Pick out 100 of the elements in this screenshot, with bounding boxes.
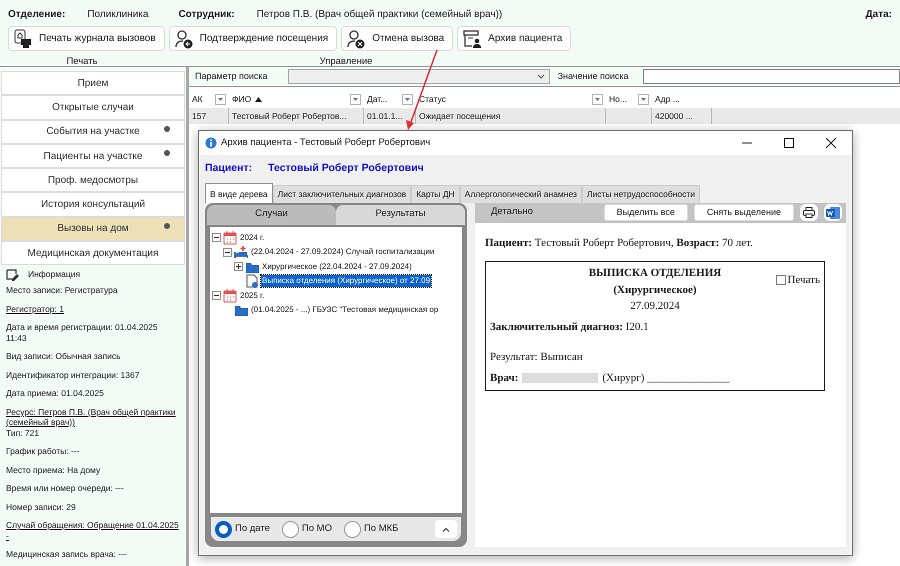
toolbar-button[interactable]: Подтверждение посещения	[168, 26, 338, 51]
tab[interactable]: Результаты	[336, 204, 465, 224]
sidebar-item[interactable]: Вызовы на дом	[1, 216, 185, 242]
print-button[interactable]	[800, 204, 818, 221]
column-header[interactable]: Статус	[419, 92, 446, 106]
tab[interactable]: Карты ДН	[411, 184, 460, 202]
filter-button[interactable]	[215, 94, 226, 104]
tree-item[interactable]: Хирургическое (22.04.2024 - 27.09.2024)	[261, 260, 413, 273]
radio-option[interactable]: По дате	[215, 520, 270, 538]
collapse-icon[interactable]	[223, 248, 232, 257]
toolbar-button[interactable]: Снять выделение	[694, 204, 794, 221]
info-text: Идентификатор интеграции: 1367	[6, 370, 140, 380]
info-text: График работы: ---	[6, 446, 80, 457]
tree-item[interactable]: Выписка отделения (Хирургическое) от 27.09	[261, 275, 432, 288]
column-header[interactable]: Дат...	[367, 92, 388, 106]
chevron-down-icon	[536, 74, 545, 80]
info-text: Дата и время регистрации: 01.04.2025 11:43	[6, 322, 159, 344]
caret-down-icon	[218, 98, 223, 100]
column-header[interactable]: Но...	[609, 92, 627, 106]
window-title: Архив пациента - Тестовый Роберт Робертович	[221, 136, 430, 150]
result-text: Результат: Выписан	[490, 350, 584, 365]
tab[interactable]: Лист заключительных диагнозов	[272, 184, 412, 202]
info-link[interactable]: Случай обращения: Обращение 01.04.2025 -	[6, 520, 180, 542]
document-date: 27.09.2024	[629, 299, 681, 314]
sidebar-item[interactable]: История консультаций	[1, 192, 185, 217]
caret-down-icon	[405, 98, 410, 100]
sidebar-item[interactable]: Медицинская документация	[1, 241, 185, 266]
maximize-icon	[784, 138, 794, 148]
tree-item[interactable]: 2025 г.	[239, 290, 266, 302]
tab[interactable]: В виде дерева	[205, 182, 273, 202]
field-value: Поликлиника	[87, 8, 148, 22]
toolbar-button[interactable]: Выделить все	[604, 204, 688, 221]
filter-button[interactable]	[402, 94, 413, 104]
info-link[interactable]: Ресурс: Петров П.В. (Врач общей практики (семейный врач))	[6, 406, 180, 428]
field-label: Значение поиска	[558, 70, 629, 83]
archive-icon	[462, 28, 482, 48]
indicator-dot	[164, 126, 170, 132]
info-link[interactable]: Регистратор: 1	[6, 304, 180, 314]
tab[interactable]: Аллергологический анамнез	[460, 184, 582, 202]
expand-icon[interactable]	[234, 262, 243, 272]
doctor-label: Врач:	[490, 370, 518, 386]
group-label: Управление	[318, 55, 374, 69]
tree-item[interactable]: 2024 г.	[239, 232, 266, 244]
tab[interactable]: Случаи	[207, 204, 336, 224]
bed-icon	[234, 245, 248, 260]
tree-item[interactable]: (01.04.2025 - ...) ГБУЗС "Тестовая медицинская ор	[250, 304, 440, 316]
patient-label: Пациент:	[205, 161, 252, 176]
patient-name: Тестовый Роберт Робертович	[268, 161, 424, 176]
toolbar-button[interactable]: Печать журнала вызовов	[8, 26, 165, 51]
filter-button[interactable]	[638, 94, 649, 104]
collapse-icon[interactable]	[212, 291, 221, 300]
indicator-dot	[164, 150, 170, 156]
sidebar-item[interactable]: Пациенты на участке	[1, 144, 185, 168]
diagnosis-text: Заключительный диагноз: I20.1	[490, 320, 650, 334]
info-text: Место приема: На дому	[6, 464, 102, 476]
toolbar-button[interactable]: Архив пациента	[457, 26, 572, 51]
table-cell: Тестовый Роберт Робертов...	[229, 108, 364, 124]
search-value-field[interactable]	[642, 69, 900, 84]
calendar-icon	[223, 230, 237, 245]
tree-item[interactable]: (22.04.2024 - 27.09.2024) Случай госпитализации	[250, 246, 436, 258]
sidebar-item[interactable]: Открытые случаи	[1, 95, 185, 120]
filter-button[interactable]	[350, 94, 361, 104]
table-cell: 420000 ...	[652, 108, 712, 124]
info-text: Номер записи: 29	[6, 502, 77, 512]
info-text: Медицинская запись врача: ---	[6, 549, 128, 560]
indicator-dot	[164, 222, 170, 229]
column-header[interactable]: ФИО	[232, 92, 252, 106]
tab[interactable]: Листы нетрудоспособности	[582, 184, 700, 202]
sidebar-item[interactable]: Проф. медосмотры	[1, 168, 185, 192]
document-title: ВЫПИСКА ОТДЕЛЕНИЯ	[588, 266, 722, 281]
printer-icon	[803, 207, 815, 218]
print-checkbox[interactable]: Печать	[776, 272, 820, 288]
word-export-button[interactable]	[824, 204, 842, 221]
caret-down-icon	[595, 98, 600, 100]
column-header[interactable]: Адр ...	[655, 92, 680, 106]
scroll-up-button[interactable]	[435, 520, 457, 538]
patient-info: Пациент: Тестовый Роберт Робертович, Возраст: 70 лет.	[485, 236, 754, 250]
table-cell: Ожидает посещения	[416, 108, 606, 124]
field-label: Дата:	[866, 8, 892, 22]
radio-option[interactable]: По МКБ	[344, 520, 398, 538]
group-label: Печать	[65, 55, 99, 69]
notes-icon	[6, 268, 20, 281]
radio-option[interactable]: По МО	[282, 520, 332, 538]
info-icon	[205, 137, 217, 149]
sidebar-item[interactable]: События на участке	[1, 120, 185, 144]
user-arrow-icon	[174, 28, 194, 48]
close-icon	[826, 138, 836, 148]
column-header[interactable]: АК	[192, 92, 203, 106]
collapse-icon[interactable]	[212, 233, 221, 242]
panel-title: Информация	[28, 268, 80, 282]
calendar-icon	[223, 288, 237, 303]
panel-heading: Детально	[491, 205, 533, 220]
caret-down-icon	[641, 98, 646, 100]
info-text: Место записи: Регистратура	[6, 285, 119, 296]
doctor-role: (Хирург) _______________	[602, 370, 730, 386]
info-text: Время или номер очереди: ---	[6, 483, 125, 494]
printer-icon	[13, 28, 33, 48]
filter-button[interactable]	[592, 94, 603, 104]
sidebar-item[interactable]: Прием	[1, 71, 185, 96]
toolbar-button[interactable]: Отмена вызова	[341, 26, 454, 51]
